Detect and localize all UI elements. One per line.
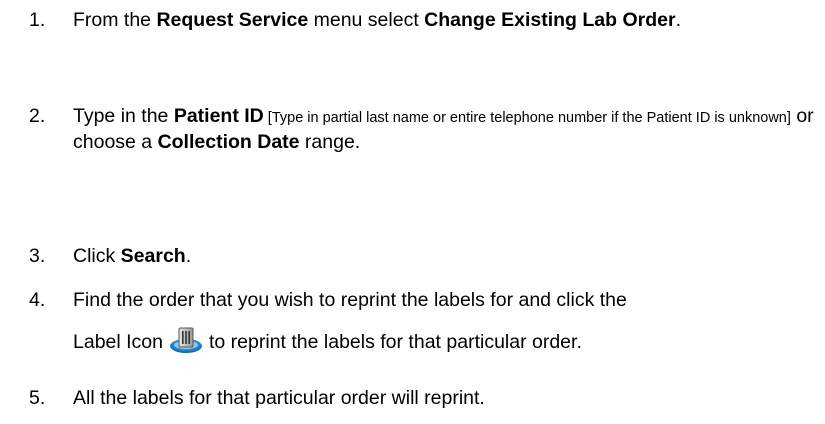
- text: All the labels for that particular order…: [73, 387, 485, 409]
- note-text: [Type in partial last name or entire tel…: [263, 110, 791, 126]
- text: Label Icon: [73, 331, 163, 353]
- text: From the: [73, 9, 157, 31]
- text: range.: [299, 131, 361, 153]
- step-2: 2. Type in the Patient ID [Type in parti…: [29, 104, 819, 154]
- instruction-document: 1. From the Request Service menu select …: [0, 0, 825, 424]
- field-name: Patient ID: [173, 105, 264, 127]
- text: menu select: [308, 9, 425, 31]
- step-number: 3.: [29, 245, 46, 267]
- step-text: Type in the Patient ID [Type in partial …: [73, 104, 819, 154]
- text: .: [675, 9, 681, 31]
- step-text: Click Search.: [73, 244, 819, 268]
- field-name: Collection Date: [157, 131, 300, 153]
- button-name: Search: [120, 245, 186, 267]
- step-1: 1. From the Request Service menu select …: [29, 8, 819, 32]
- text: .: [185, 245, 192, 267]
- step-number: 2.: [29, 105, 46, 127]
- step-number: 5.: [29, 387, 46, 409]
- text: Type in the: [73, 105, 174, 127]
- step-number: 1.: [29, 9, 46, 31]
- step-5: 5. All the labels for that particular or…: [29, 386, 819, 410]
- step-text: Find the order that you wish to reprint …: [73, 288, 819, 354]
- text: Click: [73, 245, 121, 267]
- text: to reprint the labels for that particula…: [209, 331, 582, 353]
- menu-name: Request Service: [156, 9, 309, 31]
- label-printer-icon: [169, 326, 203, 354]
- step-3: 3. Click Search.: [29, 244, 819, 268]
- step-text: From the Request Service menu select Cha…: [73, 8, 819, 32]
- text: Find the order that you wish to reprint …: [73, 289, 627, 311]
- step-number: 4.: [29, 289, 46, 311]
- label-icon-line: Label Icon to reprint the labels for tha…: [73, 326, 819, 354]
- step-text: All the labels for that particular order…: [73, 386, 819, 410]
- step-4: 4. Find the order that you wish to repri…: [29, 288, 819, 354]
- menu-item-name: Change Existing Lab Order: [424, 9, 676, 31]
